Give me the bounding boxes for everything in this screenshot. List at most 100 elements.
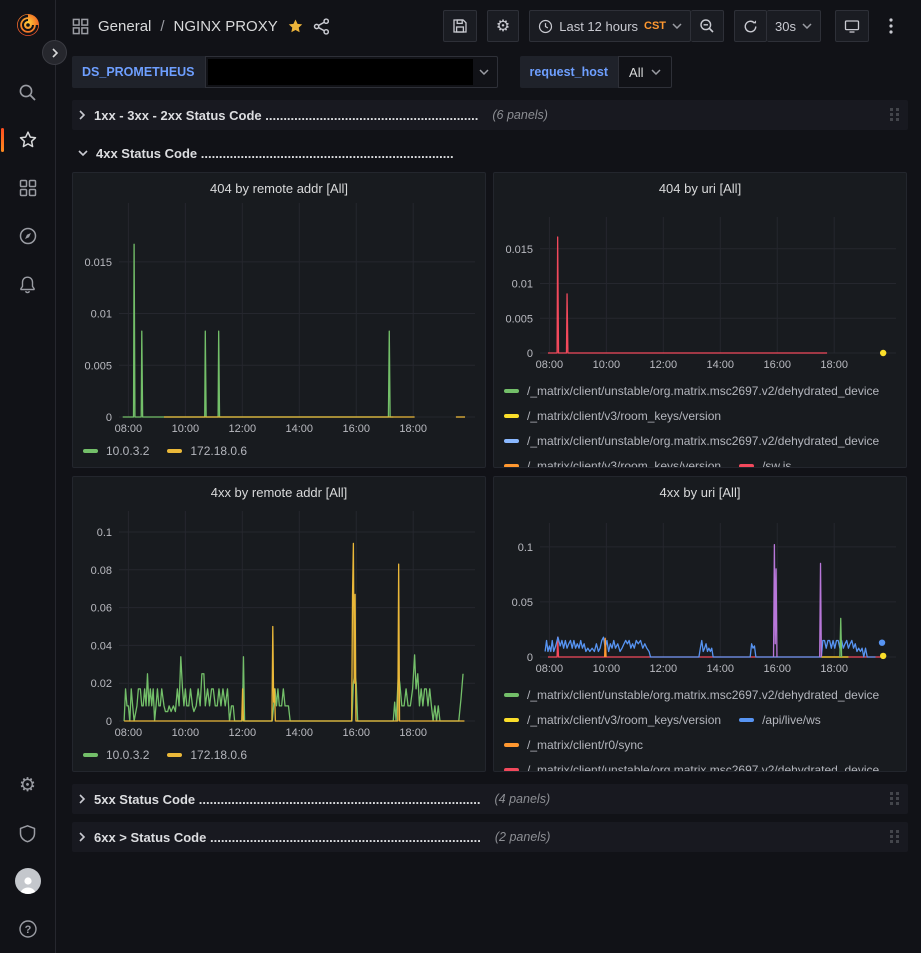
chevron-right-icon	[78, 110, 86, 120]
dashboard-settings-button[interactable]: ⚙	[487, 10, 519, 42]
svg-text:18:00: 18:00	[399, 423, 427, 435]
compass-icon	[18, 226, 38, 246]
variables-row: DS_PROMETHEUS request_host All	[56, 52, 921, 92]
row-1xx-3xx-2xx[interactable]: 1xx - 3xx - 2xx Status Code ............…	[72, 100, 908, 130]
legend-item[interactable]: /_matrix/client/r0/sync	[504, 738, 643, 752]
legend-series-label: /_matrix/client/v3/room_keys/version	[527, 713, 721, 727]
time-series-chart[interactable]: 00.0050.010.01508:0010:0012:0014:0016:00…	[504, 199, 896, 375]
svg-text:18:00: 18:00	[820, 359, 848, 371]
favorite-star-icon[interactable]	[287, 18, 304, 35]
refresh-button[interactable]	[734, 10, 767, 42]
legend-item[interactable]: /_matrix/client/v3/room_keys/version	[504, 409, 721, 423]
panel-legend: 10.0.3.2 172.18.0.6	[83, 746, 475, 764]
legend-item[interactable]: /_matrix/client/unstable/org.matrix.msc2…	[504, 384, 879, 398]
dashboard-header: General / NGINX PROXY ⚙	[56, 0, 921, 52]
panel-title[interactable]: 4xx by uri [All]	[504, 481, 896, 503]
legend-item[interactable]: 10.0.3.2	[83, 444, 149, 458]
svg-text:0.1: 0.1	[97, 527, 112, 539]
panel-chart: 00.050.108:0010:0012:0014:0016:0018:00/_…	[504, 503, 896, 772]
panel-title[interactable]: 4xx by remote addr [All]	[83, 481, 475, 503]
svg-text:14:00: 14:00	[707, 663, 735, 675]
request-host-variable-select[interactable]: All	[618, 56, 672, 88]
legend-series-color	[83, 449, 98, 453]
breadcrumb-section[interactable]: General	[98, 18, 151, 35]
kebab-menu-button[interactable]	[875, 10, 907, 42]
sidebar-item-server-admin[interactable]	[0, 809, 56, 857]
sidebar-item-dashboards[interactable]	[0, 164, 56, 212]
sidebar-item-search[interactable]	[0, 68, 56, 116]
legend-item[interactable]: 10.0.3.2	[83, 748, 149, 762]
row-leader-dots: ........................................…	[199, 792, 481, 807]
svg-text:08:00: 08:00	[115, 423, 143, 435]
time-series-chart[interactable]: 00.0050.010.01508:0010:0012:0014:0016:00…	[83, 199, 475, 439]
panel-4xx-by-uri: 4xx by uri [All] 00.050.108:0010:0012:00…	[493, 476, 907, 772]
chevron-right-icon	[78, 794, 86, 804]
svg-text:0.08: 0.08	[91, 565, 112, 577]
zoom-out-time-button[interactable]	[691, 10, 724, 42]
drag-handle-icon[interactable]	[889, 107, 900, 123]
legend-item[interactable]: /_matrix/client/unstable/org.matrix.msc2…	[504, 688, 879, 702]
row-6xx[interactable]: 6xx > Status Code ......................…	[72, 822, 908, 852]
sidebar-item-help[interactable]: ?	[0, 905, 56, 953]
legend-item[interactable]: /api/live/ws	[739, 713, 821, 727]
sidebar-item-explore[interactable]	[0, 212, 56, 260]
svg-text:12:00: 12:00	[229, 423, 257, 435]
svg-text:10:00: 10:00	[593, 663, 621, 675]
svg-text:12:00: 12:00	[650, 663, 678, 675]
legend-item[interactable]: /_matrix/client/unstable/org.matrix.msc2…	[504, 763, 879, 773]
row-panel-count: (4 panels)	[495, 792, 551, 806]
sidebar-item-profile[interactable]	[0, 857, 56, 905]
search-icon	[18, 83, 37, 102]
dashboard-toolbar: ⚙ Last 12 hours CST	[443, 10, 907, 42]
sidebar-item-alerting[interactable]	[0, 260, 56, 308]
breadcrumb-dashboard-title[interactable]: NGINX PROXY	[174, 18, 278, 35]
legend-item[interactable]: /sw.js	[739, 459, 791, 469]
legend-series-color	[504, 693, 519, 697]
svg-text:12:00: 12:00	[229, 727, 257, 739]
legend-series-label: /_matrix/client/unstable/org.matrix.msc2…	[527, 763, 879, 773]
avatar	[15, 868, 41, 894]
legend-item[interactable]: /_matrix/client/v3/room_keys/version	[504, 459, 721, 469]
sidebar-item-configuration[interactable]: ⚙	[0, 761, 56, 809]
row-4xx[interactable]: 4xx Status Code ........................…	[72, 138, 908, 168]
drag-handle-icon[interactable]	[889, 791, 900, 807]
time-series-chart[interactable]: 00.050.108:0010:0012:0014:0016:0018:00	[504, 503, 896, 679]
grafana-logo-icon[interactable]	[13, 10, 43, 40]
tv-mode-button[interactable]	[835, 10, 869, 42]
chevron-right-icon	[78, 832, 86, 842]
legend-series-color	[504, 414, 519, 418]
refresh-interval-picker[interactable]: 30s	[767, 10, 821, 42]
sidebar-expand-button[interactable]	[42, 40, 67, 65]
legend-item[interactable]: /_matrix/client/unstable/org.matrix.msc2…	[504, 434, 879, 448]
time-series-chart[interactable]: 00.020.040.060.080.108:0010:0012:0014:00…	[83, 503, 475, 743]
svg-text:10:00: 10:00	[172, 423, 200, 435]
drag-handle-icon[interactable]	[889, 829, 900, 845]
panel-title[interactable]: 404 by remote addr [All]	[83, 177, 475, 199]
row-5xx[interactable]: 5xx Status Code ........................…	[72, 784, 908, 814]
legend-series-color	[504, 389, 519, 393]
save-icon	[452, 18, 468, 34]
row-title: 4xx Status Code	[96, 146, 197, 161]
svg-text:0: 0	[106, 716, 112, 728]
save-dashboard-button[interactable]	[443, 10, 477, 42]
panel-404-by-remote-addr: 404 by remote addr [All] 00.0050.010.015…	[72, 172, 486, 468]
panel-title[interactable]: 404 by uri [All]	[504, 177, 896, 199]
svg-text:08:00: 08:00	[536, 663, 564, 675]
legend-item[interactable]: /_matrix/client/v3/room_keys/version	[504, 713, 721, 727]
legend-series-color	[504, 768, 519, 772]
datasource-variable-select[interactable]	[205, 56, 498, 88]
panel-chart: 00.0050.010.01508:0010:0012:0014:0016:00…	[83, 199, 475, 460]
legend-item[interactable]: 172.18.0.6	[167, 748, 247, 762]
star-outline-icon	[18, 130, 38, 150]
share-icon[interactable]	[313, 18, 330, 35]
monitor-icon	[844, 18, 860, 34]
time-range-picker[interactable]: Last 12 hours CST	[529, 10, 691, 42]
legend-item[interactable]: 172.18.0.6	[167, 444, 247, 458]
shield-icon	[18, 824, 37, 843]
sidebar-item-starred[interactable]	[0, 116, 56, 164]
svg-text:0: 0	[527, 652, 533, 664]
svg-text:14:00: 14:00	[707, 359, 735, 371]
legend-series-label: /sw.js	[762, 459, 791, 469]
row-panel-count: (2 panels)	[495, 830, 551, 844]
legend-series-label: 172.18.0.6	[190, 748, 247, 762]
